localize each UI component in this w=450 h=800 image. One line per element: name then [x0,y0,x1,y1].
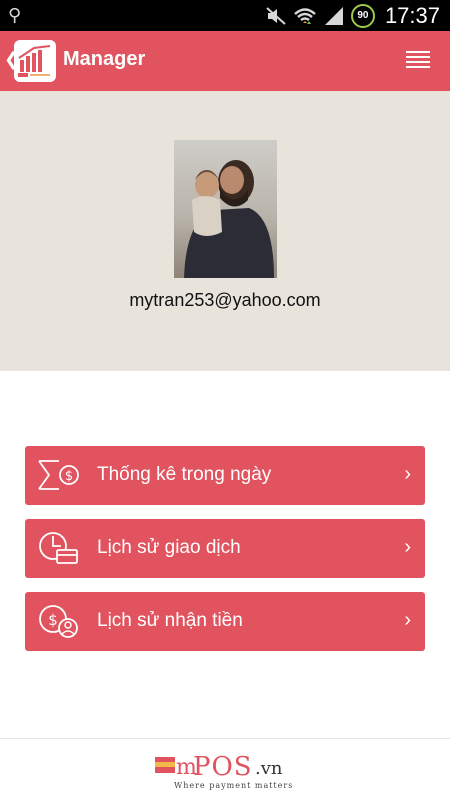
avatar[interactable] [174,140,277,278]
received-money-icon: $ [39,605,78,638]
app-bar: ❮ Manager [0,31,450,91]
menu-list: $ Thống kê trong ngày › Lịch sử giao dịc… [25,446,425,665]
bar-chart-icon [18,45,51,77]
hamburger-icon[interactable] [406,51,430,71]
mute-icon [266,6,286,25]
menu-item-label: Lịch sử giao dịch [97,537,241,558]
footer: m POS .vn Where payment matters [0,738,450,800]
profile-section: mytran253@yahoo.com [0,91,450,371]
chevron-right-icon: › [404,536,411,558]
menu-item-label: Lịch sử nhận tiền [97,610,243,631]
transaction-history-icon [39,532,78,564]
daily-stats-icon: $ [38,460,79,490]
menu-item-daily-stats[interactable]: $ Thống kê trong ngày › [25,446,425,505]
wifi-icon [294,7,316,24]
battery-icon: 90 [350,3,375,28]
chevron-right-icon: › [404,609,411,631]
menu-item-received-money[interactable]: $ Lịch sử nhận tiền › [25,592,425,651]
brand-main: POS [193,752,253,781]
svg-text:$: $ [48,611,58,629]
status-bar: ⚲ 90 17:37 [0,0,450,31]
app-title: Manager [63,48,146,70]
battery-level: 90 [357,10,369,21]
user-email: mytran253@yahoo.com [129,290,321,310]
chevron-right-icon: › [404,463,411,485]
signal-icon [324,6,343,25]
menu-item-label: Thống kê trong ngày [97,464,272,485]
svg-text:$: $ [65,469,73,484]
app-logo[interactable] [14,40,56,82]
status-icons: 90 17:37 [265,0,440,31]
brand-suffix: .vn [255,758,283,779]
menu-item-transaction-history[interactable]: Lịch sử giao dịch › [25,519,425,578]
tagline: Where payment matters [174,781,294,790]
clock: 17:37 [384,2,440,28]
usb-icon: ⚲ [8,5,22,25]
